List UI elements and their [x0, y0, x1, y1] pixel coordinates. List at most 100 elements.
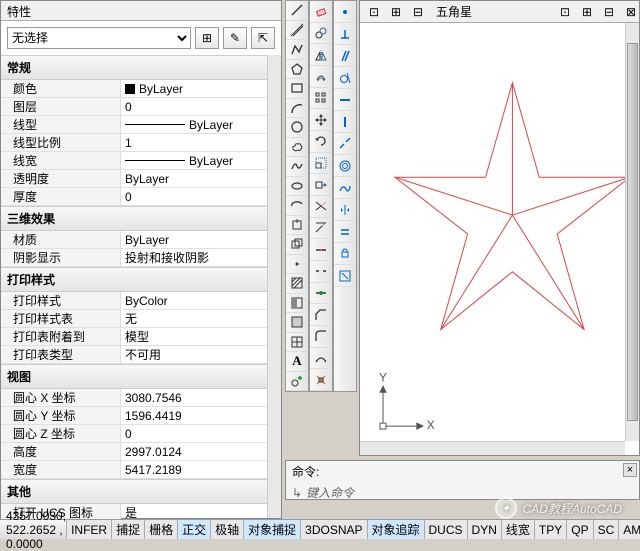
value-height[interactable]: 2997.0124	[121, 443, 281, 460]
status-btn-SC[interactable]: SC	[594, 520, 620, 539]
drawing-tab[interactable]: 五角星	[436, 3, 472, 20]
value-color[interactable]: ByLayer	[121, 80, 281, 97]
command-input[interactable]: 键入命令	[306, 484, 354, 501]
rectangle-tool[interactable]	[286, 79, 308, 99]
mtext-tool[interactable]: A	[286, 352, 308, 372]
section-view[interactable]: 视图	[1, 364, 281, 389]
value-lineweight[interactable]: ByLayer	[121, 152, 281, 169]
trim-tool[interactable]	[310, 196, 332, 218]
rotate-tool[interactable]	[310, 131, 332, 153]
spline-tool[interactable]	[286, 157, 308, 177]
value-transparency[interactable]: ByLayer	[121, 170, 281, 187]
viewport-icon-3[interactable]: ⊟	[410, 4, 426, 20]
erase-tool[interactable]	[310, 1, 332, 23]
table-tool[interactable]	[286, 333, 308, 353]
ellipse-tool[interactable]	[286, 177, 308, 197]
array-tool[interactable]	[310, 88, 332, 110]
value-plottype[interactable]: 不可用	[121, 346, 281, 363]
coincident-constraint[interactable]	[334, 1, 356, 23]
toggle-button[interactable]: ⇱	[251, 27, 275, 49]
perpendicular-constraint[interactable]	[334, 23, 356, 45]
value-cy[interactable]: 1596.4419	[121, 407, 281, 424]
section-misc[interactable]: 其他	[1, 479, 281, 504]
status-btn-QP[interactable]: QP	[567, 520, 593, 539]
value-shadow[interactable]: 投射和接收阴影	[121, 249, 281, 266]
status-btn-线宽[interactable]: 线宽	[502, 520, 535, 539]
revcloud-tool[interactable]	[286, 138, 308, 158]
stretch-tool[interactable]	[310, 174, 332, 196]
chamfer-tool[interactable]	[310, 304, 332, 326]
scroll-thumb[interactable]	[627, 43, 638, 421]
status-btn-DYN[interactable]: DYN	[468, 520, 502, 539]
status-btn-AM[interactable]: AM	[619, 520, 640, 539]
status-btn-DUCS[interactable]: DUCS	[425, 520, 468, 539]
mirror-tool[interactable]	[310, 44, 332, 66]
status-btn-INFER[interactable]: INFER	[67, 520, 112, 539]
canvas-scrollbar-h[interactable]	[360, 441, 625, 455]
drawing-viewport[interactable]: X Y	[360, 23, 625, 441]
autoconstrain[interactable]	[334, 265, 356, 287]
view-icon-b[interactable]: ⊞	[579, 4, 595, 20]
view-icon-d[interactable]: ⊠	[623, 4, 639, 20]
value-ltscale[interactable]: 1	[121, 134, 281, 151]
fillet-tool[interactable]	[310, 326, 332, 348]
viewport-icon[interactable]: ⊡	[366, 4, 382, 20]
addselected-tool[interactable]	[286, 372, 308, 392]
status-btn-TPY[interactable]: TPY	[535, 520, 567, 539]
break-tool[interactable]	[310, 261, 332, 283]
status-btn-栅格[interactable]: 栅格	[145, 520, 178, 539]
section-plot[interactable]: 打印样式	[1, 267, 281, 292]
status-btn-对象追踪[interactable]: 对象追踪	[368, 520, 425, 539]
break-point-tool[interactable]	[310, 239, 332, 261]
collinear-constraint[interactable]	[334, 133, 356, 155]
vertical-constraint[interactable]	[334, 111, 356, 133]
offset-tool[interactable]	[310, 66, 332, 88]
region-tool[interactable]	[286, 313, 308, 333]
value-cz[interactable]: 0	[121, 425, 281, 442]
polyline-tool[interactable]	[286, 40, 308, 60]
value-plottable[interactable]: 无	[121, 310, 281, 327]
move-tool[interactable]	[310, 109, 332, 131]
section-3d[interactable]: 三维效果	[1, 206, 281, 231]
xline-tool[interactable]	[286, 21, 308, 41]
value-linetype[interactable]: ByLayer	[121, 116, 281, 133]
smooth-constraint[interactable]	[334, 177, 356, 199]
command-close-button[interactable]: ×	[623, 463, 637, 477]
ellipse-arc-tool[interactable]	[286, 196, 308, 216]
concentric-constraint[interactable]	[334, 155, 356, 177]
polygon-tool[interactable]	[286, 60, 308, 80]
status-btn-正交[interactable]: 正交	[178, 520, 211, 539]
line-tool[interactable]	[286, 1, 308, 21]
section-general[interactable]: 常规	[1, 55, 281, 80]
pick-button[interactable]: ✎	[223, 27, 247, 49]
arc-tool[interactable]	[286, 99, 308, 119]
status-btn-对象捕捉[interactable]: 对象捕捉	[244, 520, 301, 539]
extend-tool[interactable]	[310, 218, 332, 240]
value-thickness[interactable]: 0	[121, 188, 281, 205]
properties-scrollbar[interactable]	[267, 55, 281, 518]
view-icon-c[interactable]: ⊟	[601, 4, 617, 20]
circle-tool[interactable]	[286, 118, 308, 138]
value-material[interactable]: ByLayer	[121, 231, 281, 248]
status-btn-极轴[interactable]: 极轴	[211, 520, 244, 539]
equal-constraint[interactable]	[334, 221, 356, 243]
status-btn-捕捉[interactable]: 捕捉	[112, 520, 145, 539]
viewport-icon-2[interactable]: ⊞	[388, 4, 404, 20]
symmetric-constraint[interactable]	[334, 199, 356, 221]
explode-tool[interactable]	[310, 369, 332, 391]
status-btn-3DOSNAP[interactable]: 3DOSNAP	[301, 520, 367, 539]
gradient-tool[interactable]	[286, 294, 308, 314]
make-block-tool[interactable]	[286, 235, 308, 255]
parallel-constraint[interactable]	[334, 45, 356, 67]
value-layer[interactable]: 0	[121, 98, 281, 115]
value-plotattached[interactable]: 模型	[121, 328, 281, 345]
quick-select-button[interactable]: ⊞	[195, 27, 219, 49]
point-tool[interactable]	[286, 255, 308, 275]
blend-tool[interactable]	[310, 348, 332, 370]
join-tool[interactable]	[310, 283, 332, 305]
copy-tool[interactable]	[310, 23, 332, 45]
insert-block-tool[interactable]	[286, 216, 308, 236]
canvas-scrollbar-v[interactable]	[625, 23, 639, 441]
value-plotstyle[interactable]: ByColor	[121, 292, 281, 309]
scale-tool[interactable]	[310, 153, 332, 175]
